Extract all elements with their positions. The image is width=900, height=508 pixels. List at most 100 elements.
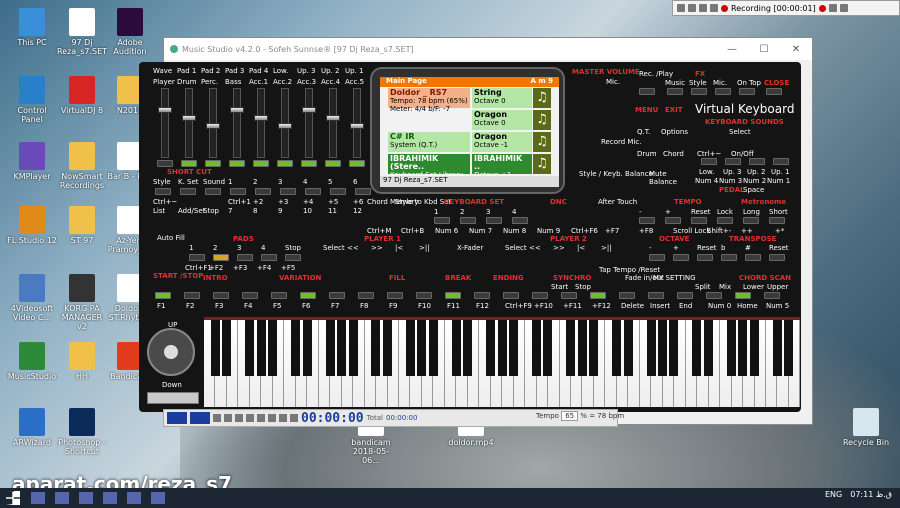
style-control-button[interactable] xyxy=(155,292,171,299)
octave-button[interactable] xyxy=(673,254,689,261)
style-control-button[interactable] xyxy=(503,292,519,299)
black-key[interactable] xyxy=(210,320,220,376)
channel-button[interactable] xyxy=(301,160,317,167)
black-key[interactable] xyxy=(325,320,335,376)
screen-icon[interactable] xyxy=(699,4,707,12)
next-icon[interactable] xyxy=(290,414,298,422)
fader-knob[interactable] xyxy=(182,115,196,121)
up2-cell[interactable]: Oragon Octave 0 xyxy=(472,110,532,130)
black-key[interactable] xyxy=(784,320,794,376)
black-key[interactable] xyxy=(772,320,782,376)
panel-close-button[interactable] xyxy=(766,88,782,95)
sound-cell[interactable]: C# IR System (Q.T.) xyxy=(388,132,470,152)
style-control-button[interactable] xyxy=(706,292,722,299)
shortcut-button[interactable] xyxy=(180,188,196,195)
channel-button[interactable] xyxy=(253,160,269,167)
desktop-icon[interactable]: 4Videosoft Video C... xyxy=(6,274,58,322)
shortcut-button[interactable] xyxy=(305,188,321,195)
minimize-button[interactable]: — xyxy=(716,44,748,55)
kbdset-cell[interactable]: IBRAHIMIK (Stere.. Keyboard Set Library xyxy=(388,154,470,179)
forward-icon[interactable] xyxy=(279,414,287,422)
channel-fader[interactable] xyxy=(302,88,316,158)
desktop-icon[interactable]: FL Studio 12 xyxy=(6,206,58,245)
channel-fader[interactable] xyxy=(230,88,244,158)
black-key[interactable] xyxy=(738,320,748,376)
rewind-icon[interactable] xyxy=(235,414,243,422)
start-icon[interactable] xyxy=(6,491,20,505)
taskbar-app-icon[interactable] xyxy=(127,492,141,504)
style-control-button[interactable] xyxy=(764,292,780,299)
black-key[interactable] xyxy=(703,320,713,376)
channel-fader[interactable] xyxy=(158,88,172,158)
black-key[interactable] xyxy=(302,320,312,376)
desktop-icon[interactable]: NowSmart Recordings xyxy=(56,142,108,190)
maximize-button[interactable]: ☐ xyxy=(748,44,780,55)
desktop-icon[interactable]: HH xyxy=(56,342,108,381)
channel-button[interactable] xyxy=(277,160,293,167)
channel-button[interactable] xyxy=(229,160,245,167)
channel-button[interactable] xyxy=(157,160,173,167)
style-control-button[interactable] xyxy=(619,292,635,299)
tempo-button[interactable] xyxy=(665,217,681,224)
octave-button[interactable] xyxy=(697,254,713,261)
style-control-button[interactable] xyxy=(358,292,374,299)
rec-play-button[interactable] xyxy=(639,88,655,95)
black-key[interactable] xyxy=(692,320,702,376)
tempo-input[interactable]: 65 xyxy=(561,411,579,421)
black-key[interactable] xyxy=(256,320,266,376)
style-control-button[interactable] xyxy=(213,292,229,299)
low-cell[interactable]: IBRAHIMIK .. Octave +1 xyxy=(472,154,532,179)
pitch-joystick[interactable] xyxy=(147,328,195,376)
desktop-icon[interactable]: 97 Dj Reza_s7.SET xyxy=(56,8,108,56)
style-control-button[interactable] xyxy=(445,292,461,299)
kbd-set-button[interactable] xyxy=(434,217,450,224)
language-indicator[interactable]: ENG xyxy=(825,490,842,499)
kbd-set-button[interactable] xyxy=(512,217,528,224)
sound-button[interactable] xyxy=(701,158,717,165)
black-key[interactable] xyxy=(508,320,518,376)
desktop-icon[interactable]: Recycle Bin xyxy=(840,408,892,447)
pad-button[interactable] xyxy=(261,254,277,261)
style-control-button[interactable] xyxy=(416,292,432,299)
clock[interactable]: 07:11 ق.ظ xyxy=(850,490,892,499)
tempo-button[interactable] xyxy=(769,217,785,224)
channel-fader[interactable] xyxy=(278,88,292,158)
style-control-button[interactable] xyxy=(532,292,548,299)
up1-cell[interactable]: String Octave 0 xyxy=(472,88,532,108)
pad-button[interactable] xyxy=(189,254,205,261)
black-key[interactable] xyxy=(566,320,576,376)
style-control-button[interactable] xyxy=(735,292,751,299)
desktop-icon[interactable]: KMPlayer xyxy=(6,142,58,181)
desktop-icon[interactable]: VirtualDJ 8 xyxy=(56,76,108,115)
black-key[interactable] xyxy=(463,320,473,376)
taskbar-app-icon[interactable] xyxy=(79,492,93,504)
pause-icon[interactable] xyxy=(688,4,696,12)
fx-button[interactable] xyxy=(691,88,707,95)
black-key[interactable] xyxy=(486,320,496,376)
desktop-icon[interactable]: Photoshop - Shortcut xyxy=(56,408,108,456)
black-key[interactable] xyxy=(337,320,347,376)
style-control-button[interactable] xyxy=(387,292,403,299)
style-control-button[interactable] xyxy=(271,292,287,299)
style-control-button[interactable] xyxy=(590,292,606,299)
black-key[interactable] xyxy=(451,320,461,376)
tempo-button[interactable] xyxy=(743,217,759,224)
play-icon[interactable] xyxy=(246,414,254,422)
channel-fader[interactable] xyxy=(350,88,364,158)
black-key[interactable] xyxy=(531,320,541,376)
sound-button[interactable] xyxy=(725,158,741,165)
fader-knob[interactable] xyxy=(350,123,364,129)
note-icon[interactable]: ♫ xyxy=(533,132,551,152)
desktop-icon[interactable]: MusicStudio xyxy=(6,342,58,381)
tempo-button[interactable] xyxy=(717,217,733,224)
style-control-button[interactable] xyxy=(561,292,577,299)
shortcut-button[interactable] xyxy=(205,188,221,195)
tempo-button[interactable] xyxy=(691,217,707,224)
black-key[interactable] xyxy=(268,320,278,376)
sound-button[interactable] xyxy=(749,158,765,165)
channel-fader[interactable] xyxy=(206,88,220,158)
black-key[interactable] xyxy=(348,320,358,376)
close-button[interactable]: ✕ xyxy=(780,44,812,55)
shortcut-button[interactable] xyxy=(355,188,371,195)
taskbar-app-icon[interactable] xyxy=(151,492,165,504)
